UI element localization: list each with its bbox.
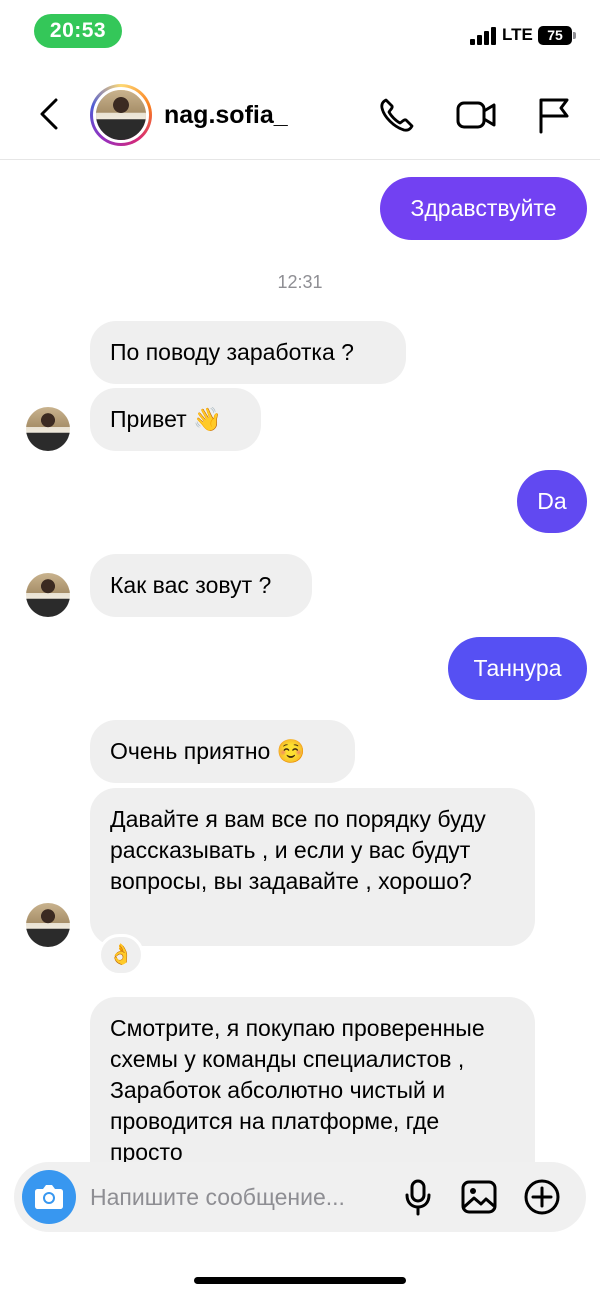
contact-username[interactable]: nag.sofia_ [164, 101, 288, 130]
message-incoming[interactable]: Давайте я вам все по порядку буду расска… [90, 788, 535, 946]
back-button[interactable] [30, 94, 70, 134]
video-camera-icon [456, 101, 496, 129]
flag-icon [539, 98, 569, 134]
status-time: 20:53 [34, 14, 122, 48]
message-input[interactable] [90, 1181, 390, 1213]
voice-call-button[interactable] [377, 95, 417, 135]
camera-icon [35, 1185, 63, 1209]
status-bar: 20:53 LTE 75 [0, 0, 600, 64]
sender-avatar[interactable] [26, 407, 70, 451]
image-icon [461, 1180, 497, 1214]
voice-message-button[interactable] [398, 1177, 438, 1217]
message-incoming[interactable]: Привет 👋 [90, 388, 261, 451]
cellular-signal-icon [470, 27, 498, 45]
home-indicator[interactable] [194, 1277, 406, 1284]
camera-button[interactable] [22, 1170, 76, 1224]
microphone-icon [405, 1179, 431, 1216]
phone-icon [380, 98, 414, 132]
message-outgoing[interactable]: Здравствуйте [380, 177, 587, 240]
chevron-left-icon [40, 98, 58, 130]
network-type: LTE [502, 25, 533, 44]
message-incoming[interactable]: По поводу заработка ? [90, 321, 406, 384]
gallery-button[interactable] [459, 1177, 499, 1217]
sender-avatar[interactable] [26, 903, 70, 947]
message-composer [14, 1162, 586, 1232]
message-outgoing[interactable]: Da [517, 470, 587, 533]
contact-avatar[interactable] [90, 84, 152, 146]
message-incoming[interactable]: Очень приятно ☺️ [90, 720, 355, 783]
more-options-button[interactable] [522, 1177, 562, 1217]
video-call-button[interactable] [455, 95, 496, 135]
message-incoming[interactable]: Как вас зовут ? [90, 554, 312, 617]
plus-circle-icon [524, 1179, 560, 1215]
battery-level: 75 [547, 27, 563, 43]
battery-icon: 75 [538, 26, 576, 45]
sender-avatar[interactable] [26, 573, 70, 617]
message-outgoing[interactable]: Таннура [448, 637, 587, 700]
chat-header: nag.sofia_ [0, 70, 600, 160]
report-button[interactable] [534, 95, 574, 135]
message-reaction[interactable]: 👌 [98, 934, 144, 976]
message-timestamp: 12:31 [277, 272, 323, 292]
